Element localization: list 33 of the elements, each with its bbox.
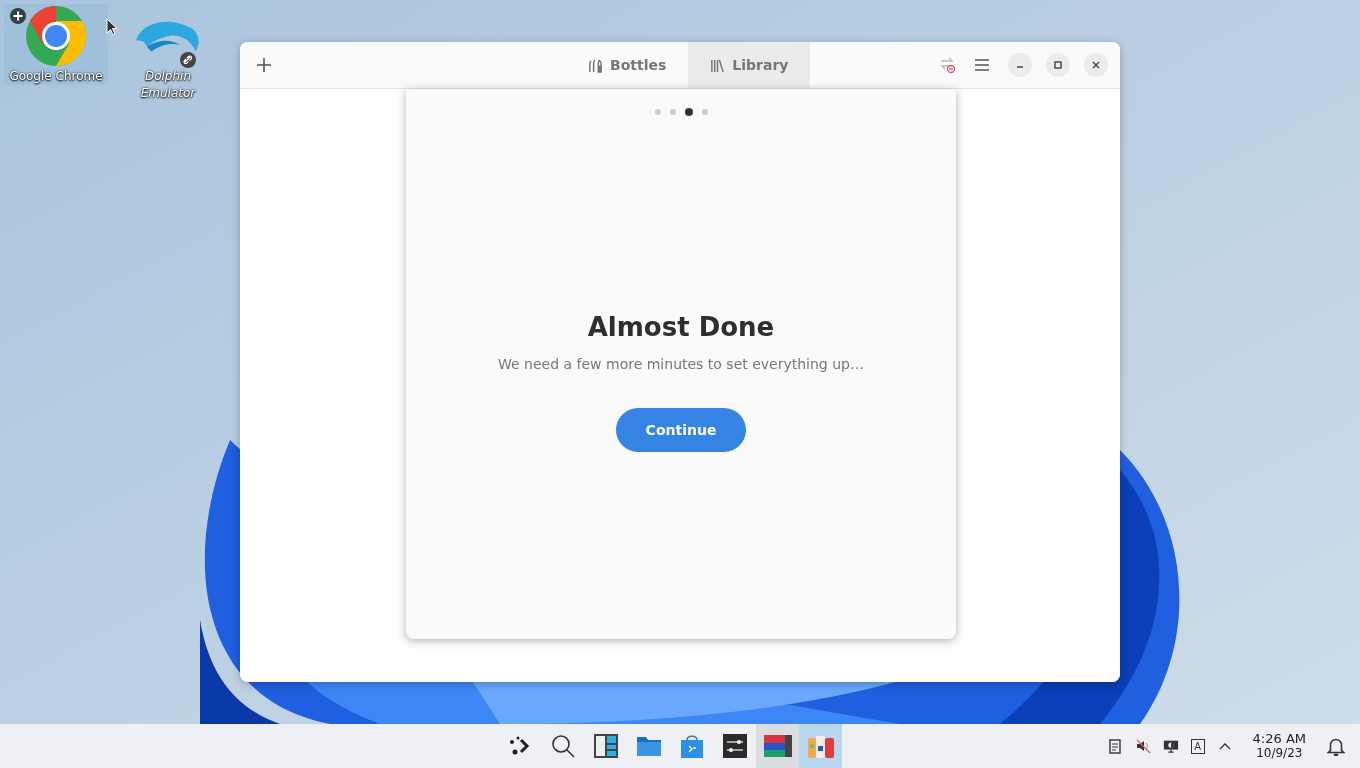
page-indicator-dot[interactable]: [701, 109, 708, 115]
page-indicator-dot[interactable]: [684, 108, 693, 116]
chrome-logo-icon: [24, 4, 88, 68]
muted-speaker-icon[interactable]: [1134, 738, 1151, 754]
close-button[interactable]: [1084, 53, 1108, 77]
taskbar-app-button[interactable]: [756, 724, 799, 768]
page-indicator-dot[interactable]: [669, 109, 676, 115]
shortcut-label: Dolphin Emulator: [139, 68, 197, 102]
continue-button[interactable]: Continue: [616, 408, 746, 452]
view-tab[interactable]: Library: [688, 42, 811, 88]
maximize-button[interactable]: [1046, 53, 1070, 77]
mouse-pointer-icon: [106, 18, 118, 36]
split-panel-icon: [591, 732, 620, 760]
books-icon: [710, 57, 726, 73]
plus-icon: [256, 57, 272, 73]
clock-time[interactable]: 4:26 AM: [1252, 732, 1306, 746]
bottles-icon: [588, 57, 603, 73]
clock-date[interactable]: 10/9/23: [1256, 746, 1303, 760]
clipboard-icon[interactable]: [1106, 738, 1123, 754]
maximize-icon: [1053, 60, 1063, 70]
dialog-message: We need a few more minutes to set everything up…: [498, 356, 864, 372]
monitor-icon[interactable]: [1162, 738, 1179, 754]
menu-icon: [974, 57, 990, 73]
close-icon: [1091, 60, 1101, 70]
transfer-icon[interactable]: [938, 56, 956, 74]
input-method-indicator[interactable]: A: [1190, 738, 1205, 754]
add-icon[interactable]: [10, 8, 26, 24]
view-tab[interactable]: Bottles: [566, 42, 689, 88]
sliders-icon: [720, 732, 749, 760]
page-indicator-dot[interactable]: [654, 109, 661, 115]
colored-window-icon: [762, 732, 793, 760]
dialog-title: Almost Done: [587, 312, 775, 342]
shortcut-label: Google Chrome: [9, 68, 103, 85]
